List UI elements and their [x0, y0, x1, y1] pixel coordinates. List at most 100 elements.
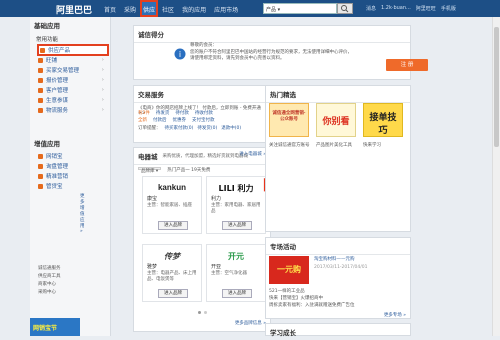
more-brands-link[interactable]: 更多品牌信息 » [235, 320, 266, 326]
hot-item-image[interactable]: 接单技巧 [363, 103, 403, 137]
trade-cell[interactable]: 有3件 [138, 110, 150, 117]
chevron-right-icon: › [101, 57, 104, 63]
electrical-mall-panel: 电器城 采购优质，代理加盟，精选好货就到电器城 进入电器城 » 品牌库 ▾ 热门… [133, 147, 271, 332]
hot-products-tab[interactable]: 热门产品一 19天免费 [167, 167, 210, 173]
top-links: 消息 1.2k·buan... 阿里旺旺 手机版 [366, 5, 456, 12]
sidebar-item-business-advisor[interactable]: 生意参谋 › [30, 95, 110, 105]
trade-cell[interactable]: 待发货 [156, 110, 170, 117]
nav-app-market[interactable]: 应用市场 [210, 0, 242, 17]
hot-item-caption[interactable]: 关注诚信通官方账号 [269, 142, 313, 149]
bottom-link-purchase-center[interactable]: 采购中心 [38, 289, 61, 297]
promo-banner[interactable]: 网销宝节 [30, 318, 80, 336]
search-category-select[interactable]: 产品 ▾ [266, 6, 280, 13]
svg-text:i: i [179, 50, 181, 59]
wangwang-link[interactable]: 阿里旺旺 [416, 5, 436, 12]
sidebar-item-loan[interactable]: 管贷宝 [30, 181, 110, 191]
event-time: 2017/03/11-2017/04/01 [314, 265, 368, 270]
trade-panel: 交易服务 《电商》你的网店招牌上线了！ 付款后，立即到账 - 免费开通 >> 有… [133, 85, 271, 143]
more-events-link[interactable]: 更多专场 » [384, 312, 406, 318]
event-line[interactable]: 周拆卖家有福利：入驻满就赠送免费广告位 [269, 302, 409, 309]
chart-icon [38, 97, 43, 103]
hot-item-image[interactable]: 诚信通全网营销·公众账号 [269, 103, 309, 137]
order-link-refund[interactable]: 退款中(0) [221, 125, 241, 131]
bottom-link-merchant-center[interactable]: 商家中心 [38, 281, 61, 289]
enter-brand-button[interactable]: 进入品牌 [158, 289, 188, 298]
enter-brand-button[interactable]: 进入品牌 [222, 289, 252, 298]
hot-item-image[interactable]: 你别看 [316, 103, 356, 137]
sidebar-item-wangxiaobao[interactable]: 网销宝 [30, 151, 110, 161]
hot-item-caption[interactable]: 产品图片美化工具 [316, 142, 360, 149]
event-name[interactable]: 淘宝购材料——元购 [314, 256, 355, 263]
register-button[interactable]: 注 册 [386, 59, 428, 71]
trade-cell[interactable]: 全新 [138, 117, 147, 124]
credit-notice: 尊敬的会员： 您的账户不符合阿里巴巴中国站的经营行为规范的要求，无法使用详细中心… [190, 43, 352, 63]
page-scrollbar[interactable] [492, 17, 500, 336]
brand-card-kankun[interactable]: kankun 康宝 主营：智能家居、插座 进入品牌 [142, 176, 202, 234]
sidebar-item-buyer-trade[interactable]: 买家交易管理 › [30, 65, 110, 75]
order-reminder: 订单提醒： 待买家付款(0) 待发货(0) 退款中(0) [134, 124, 270, 131]
sidebar-item-shop[interactable]: 旺铺 › [30, 55, 110, 65]
nav-community[interactable]: 社区 [158, 0, 178, 17]
brand-category: 主营：智能家居、插座 [147, 203, 192, 208]
brand-name: 开亚 [211, 264, 222, 270]
nav-home[interactable]: 首页 [100, 0, 120, 17]
sidebar-section-basic: 基础应用 [34, 22, 60, 30]
brand-card-yameng[interactable]: 传梦 雅梦 主营：电器产品、床上用品、电饭煲等 进入品牌 [142, 244, 202, 302]
enter-brand-button[interactable]: 进入品牌 [222, 221, 252, 230]
more-value-added-link[interactable]: 更多增值应用 » [30, 191, 130, 236]
brand-library-tab[interactable]: 品牌库 ▾ [138, 167, 162, 174]
trade-row-1: 有3件 待发货 待付款 待收付款 [134, 110, 270, 117]
bottom-link-chengxintong[interactable]: 诚信通服务 [38, 265, 61, 273]
enter-mall-link[interactable]: 进入电器城 » [239, 151, 266, 157]
notice-text: 您的账户不符合阿里巴巴中国站的经营行为规范的要求，无法使用详细中心评价，请使用绑… [190, 49, 352, 62]
search-button[interactable] [337, 3, 353, 14]
brand-card-lili[interactable]: LILI 利力 利力 主营：家用电器、家居用品 进入品牌 [206, 176, 266, 234]
enter-brand-button[interactable]: 进入品牌 [158, 221, 188, 230]
study-title: 学习成长 [270, 329, 296, 337]
sidebar-item-customers[interactable]: 客户管理 › [30, 85, 110, 95]
sidebar-item-label: 物流服务 [46, 108, 69, 114]
sidebar-item-logistics[interactable]: 物流服务 › [30, 105, 110, 115]
trade-cell[interactable]: 付款后 [153, 117, 167, 124]
scrollbar-thumb[interactable] [494, 27, 499, 147]
bottom-link-supplier-tools[interactable]: 供应商工具 [38, 273, 61, 281]
events-title: 专场活动 [266, 238, 410, 255]
alibaba-logo[interactable]: 阿里巴巴 [56, 3, 92, 16]
trade-promo-line[interactable]: 《电商》你的网店招牌上线了！ 付款后，立即到账 - 免费开通 >> [134, 103, 270, 116]
product-icon [40, 47, 45, 53]
sidebar-item-inquiry[interactable]: 询盘管理 [30, 161, 110, 171]
carousel-dot[interactable] [198, 311, 201, 314]
hot-item-caption[interactable]: 快来学习 [363, 142, 407, 149]
nav-supply[interactable]: 供应 [140, 0, 159, 17]
trade-cell[interactable]: 待付款 [175, 110, 189, 117]
search-input[interactable]: 产品 ▾ [263, 3, 337, 14]
nav-my-apps[interactable]: 我的应用 [178, 0, 210, 17]
event-banner-image[interactable]: 一元购 [269, 256, 309, 284]
trade-cell[interactable]: 优惠券 [173, 117, 187, 124]
sidebar-item-supply-products[interactable]: 供应产品 [37, 44, 109, 56]
messages-link[interactable]: 消息 [366, 5, 376, 12]
trade-cell[interactable]: 支付宝付款 [192, 117, 215, 124]
order-link-unpaid[interactable]: 待买家付款(0) [165, 125, 194, 131]
truck-icon [38, 107, 43, 113]
sidebar-item-quote[interactable]: 报价管理 › [30, 75, 110, 85]
main-nav: 首页 采购 供应 社区 我的应用 应用市场 [100, 0, 242, 17]
hot-item-image-text: 诚信通全网营销·公众账号 [272, 111, 306, 122]
order-link-unshipped[interactable]: 待发货(0) [197, 125, 217, 131]
sidebar-item-label: 网销宝 [46, 154, 63, 160]
sidebar-item-label: 客户管理 [46, 88, 69, 94]
nav-purchase[interactable]: 采购 [120, 0, 140, 17]
sidebar-item-precision-marketing[interactable]: 精准营销 [30, 171, 110, 181]
brand-card-kaiya[interactable]: 开元 开亚 主营：空气净化器 进入品牌 [206, 244, 266, 302]
sidebar-section-value-added: 增值应用 [34, 140, 60, 148]
mall-title: 电器城 [138, 153, 158, 161]
carousel-dot[interactable] [204, 311, 207, 314]
event-line[interactable]: 快来【营销宝】火爆招商中 [269, 295, 323, 302]
mobile-link[interactable]: 手机版 [441, 5, 456, 12]
event-line[interactable]: 521一样的工业品 [269, 288, 305, 295]
trade-cell[interactable]: 待收付款 [195, 110, 213, 117]
quote-icon [38, 77, 43, 83]
inquiry-icon [38, 163, 43, 169]
credit-panel: 诚信得分 i 尊敬的会员： 您的账户不符合阿里巴巴中国站的经营行为规范的要求，无… [133, 25, 428, 80]
account-link[interactable]: 1.2k·buan... [381, 5, 411, 12]
